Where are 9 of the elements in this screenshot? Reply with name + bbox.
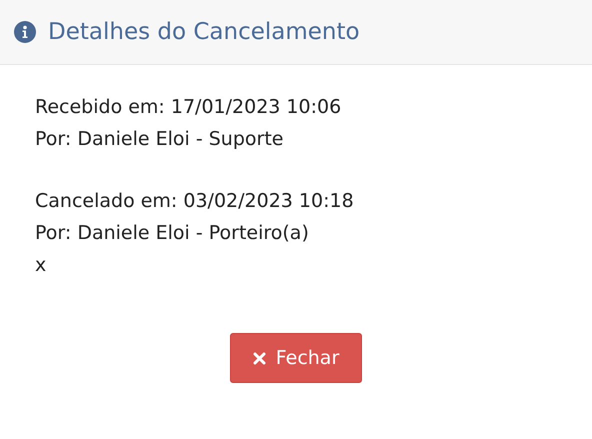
info-icon (14, 21, 36, 43)
close-icon (252, 352, 266, 364)
dialog-title: Detalhes do Cancelamento (48, 18, 360, 47)
close-button[interactable]: Fechar (230, 333, 362, 383)
detail-text: Recebido em: 17/01/2023 10:06 (35, 95, 342, 120)
detail-text: Por: Daniele Eloi - Suporte (35, 127, 284, 152)
detail-text: Cancelado em: 03/02/2023 10:18 (35, 189, 354, 214)
detail-text: x (35, 253, 46, 278)
detail-text: Por: Daniele Eloi - Porteiro(a) (35, 221, 309, 246)
